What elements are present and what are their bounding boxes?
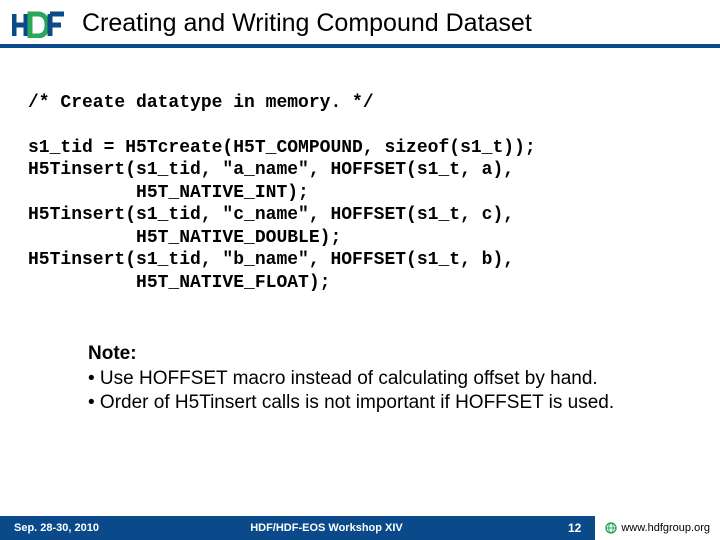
slide-title: Creating and Writing Compound Dataset (82, 9, 532, 38)
notes-bullet: • Use HOFFSET macro instead of calculati… (88, 367, 692, 392)
code-comment: /* Create datatype in memory. */ (28, 92, 692, 115)
footer-center: HDF/HDF-EOS Workshop XIV (99, 522, 554, 534)
footer-site-label: www.hdfgroup.org (621, 522, 710, 534)
footer-page-number: 12 (554, 521, 595, 535)
hdf-logo-icon (12, 8, 68, 38)
notes-heading: Note: (88, 342, 692, 367)
notes-bullet: • Order of H5Tinsert calls is not import… (88, 391, 692, 416)
slide-footer: Sep. 28-30, 2010 HDF/HDF-EOS Workshop XI… (0, 516, 720, 540)
footer-date: Sep. 28-30, 2010 (0, 522, 99, 534)
slide-content: /* Create datatype in memory. */ s1_tid … (0, 48, 720, 416)
code-block: s1_tid = H5Tcreate(H5T_COMPOUND, sizeof(… (28, 137, 692, 295)
slide-header: Creating and Writing Compound Dataset (0, 0, 720, 44)
globe-icon (605, 522, 617, 534)
footer-site: www.hdfgroup.org (595, 516, 720, 540)
notes-block: Note: • Use HOFFSET macro instead of cal… (88, 342, 692, 416)
